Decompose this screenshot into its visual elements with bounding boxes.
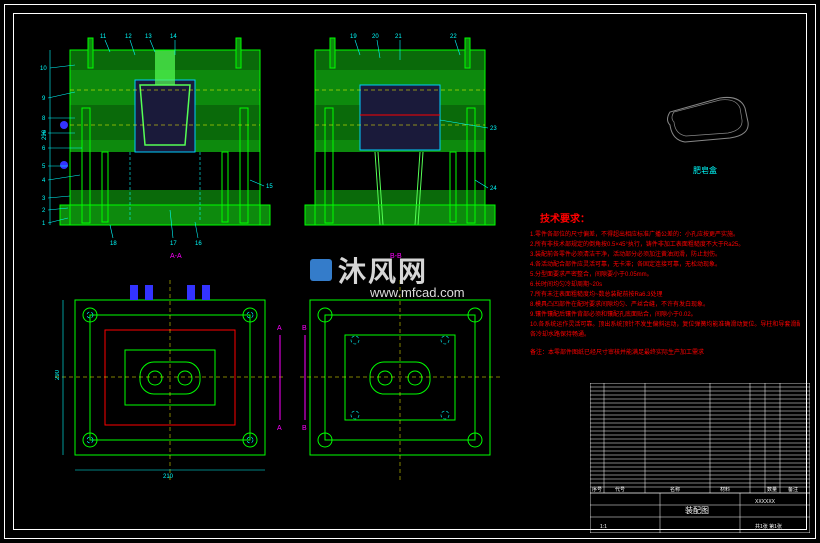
svg-text:6: 6 <box>42 146 46 152</box>
svg-text:B: B <box>302 425 307 432</box>
svg-text:共1张 第1张: 共1张 第1张 <box>755 523 782 530</box>
watermark: 沐风网 <box>310 250 428 290</box>
svg-text:2: 2 <box>42 208 46 214</box>
title-block: 序号 代号 名称 材料 数量 备注 装配图 XXXXXX 共1张 第1张 1:1 <box>590 383 810 533</box>
bom-rows <box>590 383 810 493</box>
svg-text:3: 3 <box>42 196 46 202</box>
svg-text:3.装配前各零件必须清洁干净，活动部分必须加注黄油润滑，防止: 3.装配前各零件必须清洁干净，活动部分必须加注黄油润滑，防止划伤。 <box>530 250 721 258</box>
svg-text:材料: 材料 <box>720 486 730 493</box>
section-label-aa: A-A <box>170 253 182 260</box>
svg-text:A: A <box>277 425 282 432</box>
svg-text:序号: 序号 <box>592 486 602 493</box>
svg-text:19: 19 <box>350 34 357 40</box>
svg-text:10: 10 <box>40 66 47 72</box>
svg-text:8.模具凸凹部件在配时要求间隙均匀、严丝合缝，不许有发白现象: 8.模具凸凹部件在配时要求间隙均匀、严丝合缝，不许有发白现象。 <box>530 300 709 308</box>
notes-title: 技术要求： <box>540 212 590 225</box>
svg-text:4.各活动配合部件应灵活可靠，无卡滞；各固定连接可靠，无松动: 4.各活动配合部件应灵活可靠，无卡滞；各固定连接可靠，无松动现象。 <box>530 260 721 268</box>
svg-text:12: 12 <box>125 34 132 40</box>
svg-text:22: 22 <box>450 34 457 40</box>
svg-text:8: 8 <box>42 116 46 122</box>
view-plan-left: A A 210 290 <box>55 280 285 480</box>
svg-text:9.镶件镶配后镶件背部必须和镶配孔底面贴合，间隙小于0.02: 9.镶件镶配后镶件背部必须和镶配孔底面贴合，间隙小于0.02。 <box>530 310 697 318</box>
dim-plan-h: 290 <box>55 369 61 380</box>
svg-text:7.所有未注表面粗糙度均~数总装配前按Ra6.3处理: 7.所有未注表面粗糙度均~数总装配前按Ra6.3处理 <box>530 290 663 298</box>
part-label: 肥皂盒 <box>650 165 760 176</box>
svg-text:5: 5 <box>42 164 46 170</box>
svg-text:备注: 备注 <box>788 486 798 493</box>
svg-text:B: B <box>302 325 307 332</box>
svg-text:6.长时间均匀冷却周期~20s: 6.长时间均匀冷却周期~20s <box>530 280 602 288</box>
view-front-section: 296 1 2 3 4 5 6 7 8 9 10 11 12 13 14 15 … <box>40 30 290 265</box>
svg-text:23: 23 <box>490 126 497 132</box>
svg-text:2.所有非技术部规定的倒角按0.5×45°执行，铸件非加工表: 2.所有非技术部规定的倒角按0.5×45°执行，铸件非加工表面粗糙度不大于Ra2… <box>530 240 744 248</box>
dim-width: 210 <box>163 474 174 480</box>
svg-text:11: 11 <box>100 34 107 40</box>
svg-text:20: 20 <box>372 34 379 40</box>
svg-text:5.分型面要求严密整合，间隙要小于0.05mm。: 5.分型面要求严密整合，间隙要小于0.05mm。 <box>530 270 653 278</box>
watermark-text: 沐风网 <box>338 250 428 290</box>
svg-text:1: 1 <box>42 221 46 227</box>
svg-text:15: 15 <box>266 184 273 190</box>
svg-text:1.零件各部位的尺寸偏差，不得超出相应标准广播公差的：小孔应: 1.零件各部位的尺寸偏差，不得超出相应标准广播公差的：小孔应按更严实施。 <box>530 230 739 238</box>
svg-text:代号: 代号 <box>615 486 625 493</box>
svg-text:4: 4 <box>42 178 46 184</box>
svg-text:名称: 名称 <box>670 486 680 493</box>
svg-text:A: A <box>277 325 282 332</box>
svg-text:13: 13 <box>145 34 152 40</box>
view-iso-part: 肥皂盒 <box>650 80 760 160</box>
view-plan-right: B B <box>300 280 500 480</box>
svg-text:14: 14 <box>170 34 177 40</box>
svg-text:18: 18 <box>110 241 117 247</box>
svg-text:10.各系统运作灵活可靠。顶出系统顶针不发生偏斜运动，复位弹: 10.各系统运作灵活可靠。顶出系统顶针不发生偏斜运动，复位弹簧均能准确滑动复位。… <box>530 320 800 328</box>
technical-notes: 技术要求： 1.零件各部位的尺寸偏差，不得超出相应标准广播公差的：小孔应按更严实… <box>530 210 800 380</box>
svg-text:各冷却水路保持畅通。: 各冷却水路保持畅通。 <box>530 330 590 338</box>
svg-text:17: 17 <box>170 241 177 247</box>
watermark-url: www.mfcad.com <box>370 285 465 300</box>
watermark-logo-icon <box>310 259 332 281</box>
svg-text:24: 24 <box>490 186 497 192</box>
view-side-section: 19 20 21 22 23 24 B-B <box>300 30 500 265</box>
svg-text:9: 9 <box>42 96 46 102</box>
drawing-no: XXXXXX <box>755 499 776 505</box>
svg-text:数量: 数量 <box>767 486 777 493</box>
svg-text:1:1: 1:1 <box>600 524 607 530</box>
svg-text:21: 21 <box>395 34 402 40</box>
svg-text:16: 16 <box>195 241 202 247</box>
svg-text:备注：本零部件图纸已经尺寸审核并能满足最终实际生产加工需求: 备注：本零部件图纸已经尺寸审核并能满足最终实际生产加工需求 <box>530 348 704 356</box>
drawing-name: 装配图 <box>685 505 709 515</box>
